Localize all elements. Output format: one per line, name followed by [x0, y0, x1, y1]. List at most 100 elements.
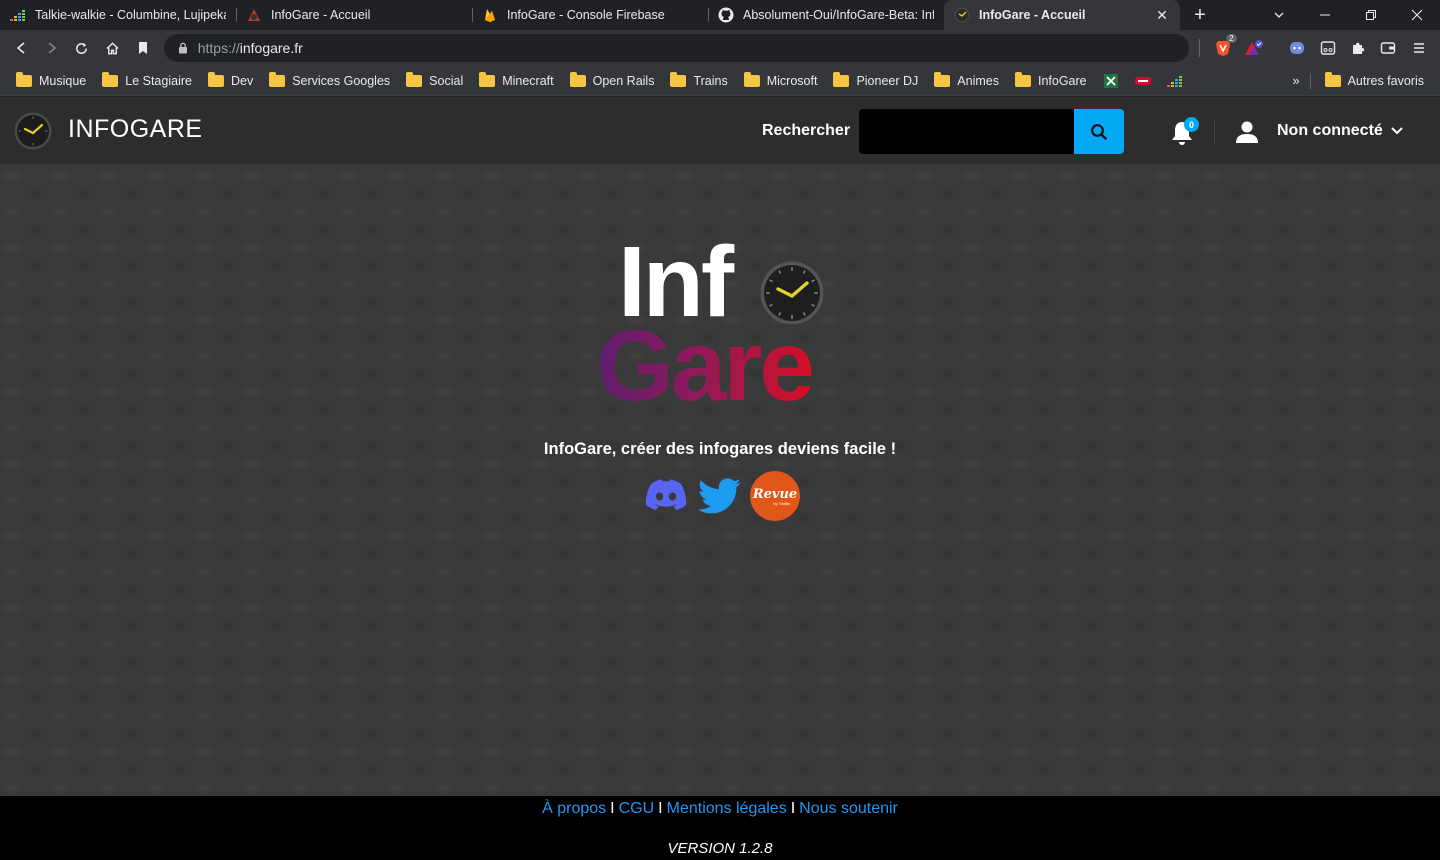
- folder-icon: [269, 71, 286, 87]
- infogare-icon: [246, 7, 262, 23]
- menu-icon[interactable]: [1404, 34, 1434, 62]
- search-button[interactable]: [1074, 109, 1124, 154]
- revue-icon[interactable]: Revue by Twitter: [749, 470, 801, 522]
- footer-link-legal[interactable]: Mentions légales: [667, 800, 787, 817]
- bookmark-deezer[interactable]: [1159, 69, 1191, 93]
- bookmark-label: Dev: [230, 73, 254, 88]
- folder-icon: [16, 71, 32, 87]
- footer-separator: I: [610, 800, 615, 817]
- bookmark-folder[interactable]: Microsoft: [736, 69, 826, 93]
- user-menu-label[interactable]: Non connecté: [1277, 122, 1383, 140]
- chevron-down-icon[interactable]: [1390, 124, 1404, 138]
- brave-rewards-icon[interactable]: [1239, 34, 1269, 62]
- tab-search-icon[interactable]: [1256, 0, 1302, 30]
- bookmark-folder[interactable]: Le Stagiaire: [94, 69, 200, 93]
- folder-icon: [207, 71, 224, 87]
- bookmark-excel[interactable]: [1095, 69, 1127, 93]
- brave-shields-icon[interactable]: 2: [1208, 34, 1238, 62]
- toolbar-divider: [1199, 39, 1201, 57]
- bookmark-folder[interactable]: Pioneer DJ: [825, 69, 926, 93]
- url-host: infogare.fr: [239, 40, 303, 56]
- bookmark-label: Minecraft: [502, 73, 554, 88]
- footer-link-about[interactable]: À propos: [542, 800, 606, 817]
- bookmark-folder[interactable]: Dev: [200, 69, 261, 93]
- bookmark-folder[interactable]: InfoGare: [1007, 69, 1095, 93]
- address-bar[interactable]: https://infogare.fr: [163, 34, 1190, 62]
- logo-gare-text: Gare: [596, 310, 815, 422]
- bookmarks-overflow-icon[interactable]: »: [1282, 73, 1309, 88]
- bookmark-label: InfoGare: [1037, 73, 1087, 88]
- revue-logo-text: Revue: [752, 487, 797, 502]
- user-icon[interactable]: [1234, 119, 1260, 145]
- browser-tab[interactable]: InfoGare - Console Firebase: [472, 0, 708, 30]
- bookmark-folder[interactable]: Services Googles: [261, 69, 398, 93]
- folder-icon: [1014, 71, 1031, 87]
- folder-icon: [833, 71, 850, 87]
- folder-icon: [102, 71, 119, 87]
- bookmark-label: Le Stagiaire: [125, 73, 192, 88]
- bookmarks-divider: [1309, 72, 1311, 89]
- close-tab-icon[interactable]: ✕: [1154, 7, 1170, 23]
- discord-icon[interactable]: [640, 470, 692, 522]
- reader-mode-icon[interactable]: [1313, 34, 1343, 62]
- reload-icon[interactable]: [67, 32, 97, 64]
- lock-icon: [176, 42, 190, 54]
- bookmark-label: Pioneer DJ: [856, 73, 919, 88]
- brand-clock-icon[interactable]: [14, 112, 52, 150]
- bookmark-label: Trains: [693, 73, 728, 88]
- bookmark-folder[interactable]: Musique: [8, 69, 94, 93]
- other-bookmarks-folder[interactable]: Autres favoris: [1317, 69, 1432, 93]
- wallet-icon[interactable]: [1373, 34, 1403, 62]
- folder-icon: [1324, 71, 1341, 87]
- new-tab-icon[interactable]: +: [1180, 0, 1220, 30]
- footer-link-cgu[interactable]: CGU: [619, 800, 655, 817]
- version-label: VERSION 1.2.8: [667, 840, 773, 857]
- infogare-logo: Inf Gare: [590, 232, 852, 426]
- bookmark-sncf[interactable]: [1127, 69, 1159, 93]
- browser-tab[interactable]: InfoGare - Accueil: [236, 0, 472, 30]
- browser-tab-active[interactable]: InfoGare - Accueil ✕: [944, 0, 1180, 30]
- bookmark-label: Open Rails: [592, 73, 655, 88]
- sncf-icon: [1134, 76, 1151, 86]
- bookmark-label: Musique: [39, 73, 87, 88]
- folder-icon: [569, 71, 586, 87]
- forward-icon[interactable]: [36, 32, 66, 64]
- notification-badge: 0: [1184, 117, 1199, 132]
- browser-tab[interactable]: Absolument-Oui/InfoGare-Beta: InfoG: [708, 0, 944, 30]
- restore-icon[interactable]: [1348, 0, 1394, 30]
- clock-icon: [954, 7, 970, 23]
- bookmark-icon[interactable]: [127, 32, 157, 64]
- tab-title: InfoGare - Accueil: [979, 8, 1086, 22]
- bookmark-folder[interactable]: Trains: [662, 69, 735, 93]
- bookmark-folder[interactable]: Social: [398, 69, 471, 93]
- folder-icon: [406, 71, 423, 87]
- folder-icon: [934, 71, 951, 87]
- close-window-icon[interactable]: [1394, 0, 1440, 30]
- discord-extension-icon[interactable]: [1282, 34, 1312, 62]
- footer-link-support[interactable]: Nous soutenir: [799, 800, 898, 817]
- search-input[interactable]: [859, 109, 1075, 154]
- browser-toolbar: https://infogare.fr 2: [0, 30, 1440, 66]
- bookmarks-bar: Musique Le Stagiaire Dev Services Google…: [0, 66, 1440, 96]
- home-icon[interactable]: [97, 32, 127, 64]
- bookmark-label: Social: [429, 73, 464, 88]
- search-label: Rechercher: [762, 122, 851, 139]
- bookmark-label: Autres favoris: [1347, 73, 1424, 88]
- bookmark-folder[interactable]: Open Rails: [562, 69, 663, 93]
- bookmark-folder[interactable]: Animes: [926, 69, 1007, 93]
- brand-name[interactable]: INFOGARE: [68, 115, 203, 144]
- back-icon[interactable]: [6, 32, 36, 64]
- bookmark-folder[interactable]: Minecraft: [471, 69, 561, 93]
- minimize-icon[interactable]: [1302, 0, 1348, 30]
- tab-title: InfoGare - Accueil: [271, 8, 371, 22]
- social-links: Revue by Twitter: [640, 470, 802, 522]
- deezer-icon: [1166, 74, 1183, 88]
- deezer-icon: [10, 7, 26, 23]
- extensions-puzzle-icon[interactable]: [1343, 34, 1373, 62]
- firebase-icon: [482, 7, 498, 23]
- tab-title: Absolument-Oui/InfoGare-Beta: InfoG: [743, 8, 934, 22]
- folder-icon: [479, 71, 496, 87]
- bookmark-label: Animes: [957, 73, 999, 88]
- browser-tab[interactable]: Talkie-walkie - Columbine, Lujipeka, F: [0, 0, 236, 30]
- twitter-icon[interactable]: [694, 470, 746, 522]
